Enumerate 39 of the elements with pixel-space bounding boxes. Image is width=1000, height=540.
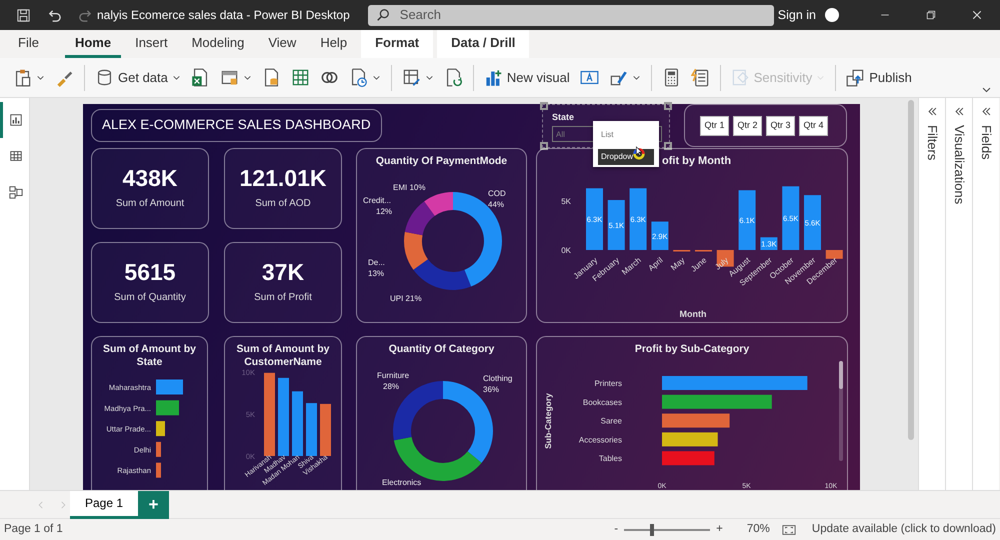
chart-title: Profit by Sub-Category (634, 343, 750, 356)
data-label: De... 13% (368, 258, 385, 278)
data-label: Credit... 12% (363, 196, 392, 216)
zoom-level: 70% (746, 522, 770, 537)
axis-label: Accessories (578, 435, 622, 444)
chart-title: Sum of Amount by State (102, 343, 197, 370)
axis-label: Printers (594, 379, 622, 388)
axis-title: Sub-Category (543, 393, 553, 449)
axis-label: July (713, 256, 730, 272)
data-label: UPI 21% (390, 294, 422, 303)
page-count: Page 1 of 1 (4, 522, 63, 537)
kpi-value: 121.01K (240, 166, 326, 190)
kpi-value: 5615 (124, 260, 176, 284)
axis-label: May (669, 256, 686, 272)
kpi-value: 37K (262, 260, 304, 284)
window-title: nalyis Ecomerce sales data - Power BI Desktop (97, 7, 350, 24)
chart-title: Sum of Amount by CustomerName (236, 343, 330, 370)
axis-label: Saree (600, 416, 622, 426)
chart-title: Quantity Of PaymentMode (374, 155, 508, 168)
axis-title: Month (680, 309, 706, 319)
data-label: Electronics (382, 478, 422, 487)
data-label: Furniture 28% (377, 371, 410, 391)
chart-title: Quantity Of Category (388, 343, 496, 356)
kpi-label: Sum of AOD (255, 196, 311, 210)
chart-title: ofit by Month (662, 155, 732, 169)
data-label: EMI 10% (393, 183, 426, 192)
kpi-label: Sum of Amount (116, 196, 184, 210)
axis-label: Bookcases (582, 398, 622, 407)
axis-label: 0K (561, 246, 571, 255)
data-label: COD 44% (488, 189, 506, 209)
kpi-label: Sum of Profit (254, 290, 312, 304)
axis-label: June (689, 256, 708, 274)
data-label: Clothing 36% (483, 374, 512, 394)
axis-label: Tables (598, 454, 622, 464)
dashboard-title: ALEX E-COMMERCE SALES DASHBOARD (91, 109, 382, 142)
axis-label: 5K (561, 197, 571, 206)
kpi-value: 438K (122, 166, 178, 190)
slicer-label: State (552, 111, 574, 124)
kpi-label: Sum of Quantity (114, 290, 186, 304)
